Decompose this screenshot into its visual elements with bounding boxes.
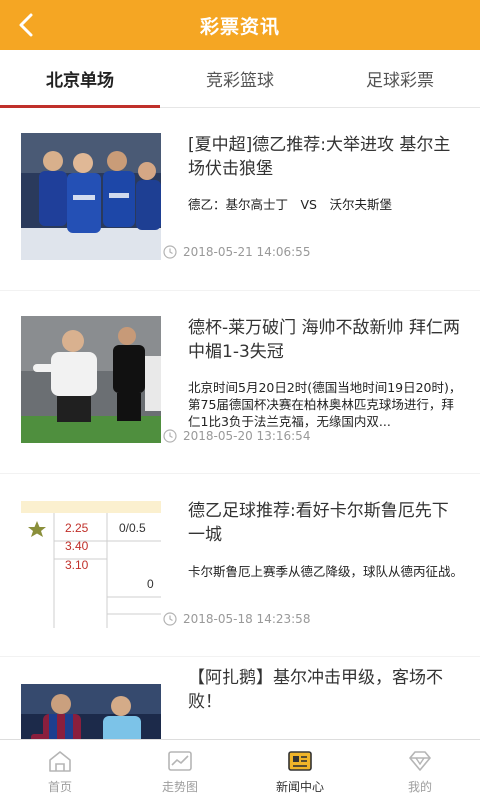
category-tabs: 北京单场 竞彩篮球 足球彩票 [0,50,480,108]
news-summary: 北京时间5月20日2时(德国当地时间19日20时)，第75届德国杯决赛在柏林奥林… [188,380,462,429]
page-title: 彩票资讯 [199,15,280,38]
news-title: 【阿扎鹅】基尔冲击甲级，客场不败！ [188,668,443,712]
news-summary: 卡尔斯鲁厄上赛季从德乙降级，球队从德丙征战。 [188,564,463,579]
clock-icon [163,429,177,443]
clock-icon [163,245,177,259]
profile-diamond-icon [409,751,431,771]
news-summary: 德乙：基尔高士丁 VS 沃尔夫斯堡 [188,197,392,212]
news-title: 德杯-莱万破门 海帅不敌新帅 拜仁两中楣1-3失冠 [188,318,460,362]
news-time-text: 2018-05-18 14:23:58 [183,612,311,626]
nav-home[interactable]: 首页 [0,740,120,800]
home-icon [49,751,71,772]
bottom-navigation: 首页 走势图 新闻中心 我的 [0,739,480,800]
news-thumbnail [21,684,161,739]
nav-trend-chart-label: 走势图 [161,780,198,794]
handicap-value: 0/0.5 [119,521,146,535]
news-item[interactable]: 德杯-莱万破门 海帅不敌新帅 拜仁两中楣1-3失冠 北京时间5月20日2时(德国… [0,291,480,473]
nav-news-center-label: 新闻中心 [275,780,324,794]
nav-news-center[interactable]: 新闻中心 [240,740,360,800]
nav-trend-chart[interactable]: 走势图 [120,740,240,800]
news-list: [夏中超]德乙推荐:大举进攻 基尔主场伏击狼堡 德乙：基尔高士丁 VS 沃尔夫斯… [0,108,480,739]
news-item[interactable]: 【阿扎鹅】基尔冲击甲级，客场不败！ [0,657,480,739]
clock-icon [163,612,177,626]
trend-chart-icon [168,751,192,771]
news-time: 2018-05-20 13:16:54 [163,429,310,443]
news-title: 德乙足球推荐:看好卡尔斯鲁厄先下一城 [188,501,449,545]
odds-zero-value: 0 [147,577,154,591]
odds-value: 3.40 [65,539,89,553]
news-thumbnail: 2.25 3.40 3.10 0/0.5 0 [21,501,161,628]
tab-football-lottery[interactable]: 足球彩票 [320,50,480,107]
newspaper-icon [288,751,312,771]
news-thumbnail [21,316,161,443]
news-title: [夏中超]德乙推荐:大举进攻 基尔主场伏击狼堡 [188,135,451,179]
nav-home-label: 首页 [47,780,72,794]
nav-profile-label: 我的 [407,780,432,794]
tab-jingcai-basketball[interactable]: 竞彩篮球 [160,50,320,107]
star-icon [28,521,46,537]
tab-beijing-single[interactable]: 北京单场 [0,50,160,108]
news-item[interactable]: [夏中超]德乙推荐:大举进攻 基尔主场伏击狼堡 德乙：基尔高士丁 VS 沃尔夫斯… [0,108,480,290]
back-arrow-icon [19,13,33,37]
news-time: 2018-05-21 14:06:55 [163,245,310,259]
odds-value: 2.25 [65,521,89,535]
news-thumbnail [21,133,161,260]
back-button[interactable] [6,5,46,45]
odds-value: 3.10 [65,558,89,572]
news-time-text: 2018-05-21 14:06:55 [183,245,311,259]
nav-profile[interactable]: 我的 [360,740,480,800]
odds-table-image: 2.25 3.40 3.10 0/0.5 0 [21,501,161,628]
news-time: 2018-05-18 14:23:58 [163,612,310,626]
news-item[interactable]: 2.25 3.40 3.10 0/0.5 0 德乙足球推荐:看好卡尔斯鲁厄先下一… [0,474,480,656]
top-bar: 彩票资讯 [0,0,480,50]
app-screen: 彩票资讯 北京单场 竞彩篮球 足球彩票 [夏中超]德乙推荐:大举进攻 基尔主场伏… [0,0,480,800]
news-time-text: 2018-05-20 13:16:54 [183,429,311,443]
